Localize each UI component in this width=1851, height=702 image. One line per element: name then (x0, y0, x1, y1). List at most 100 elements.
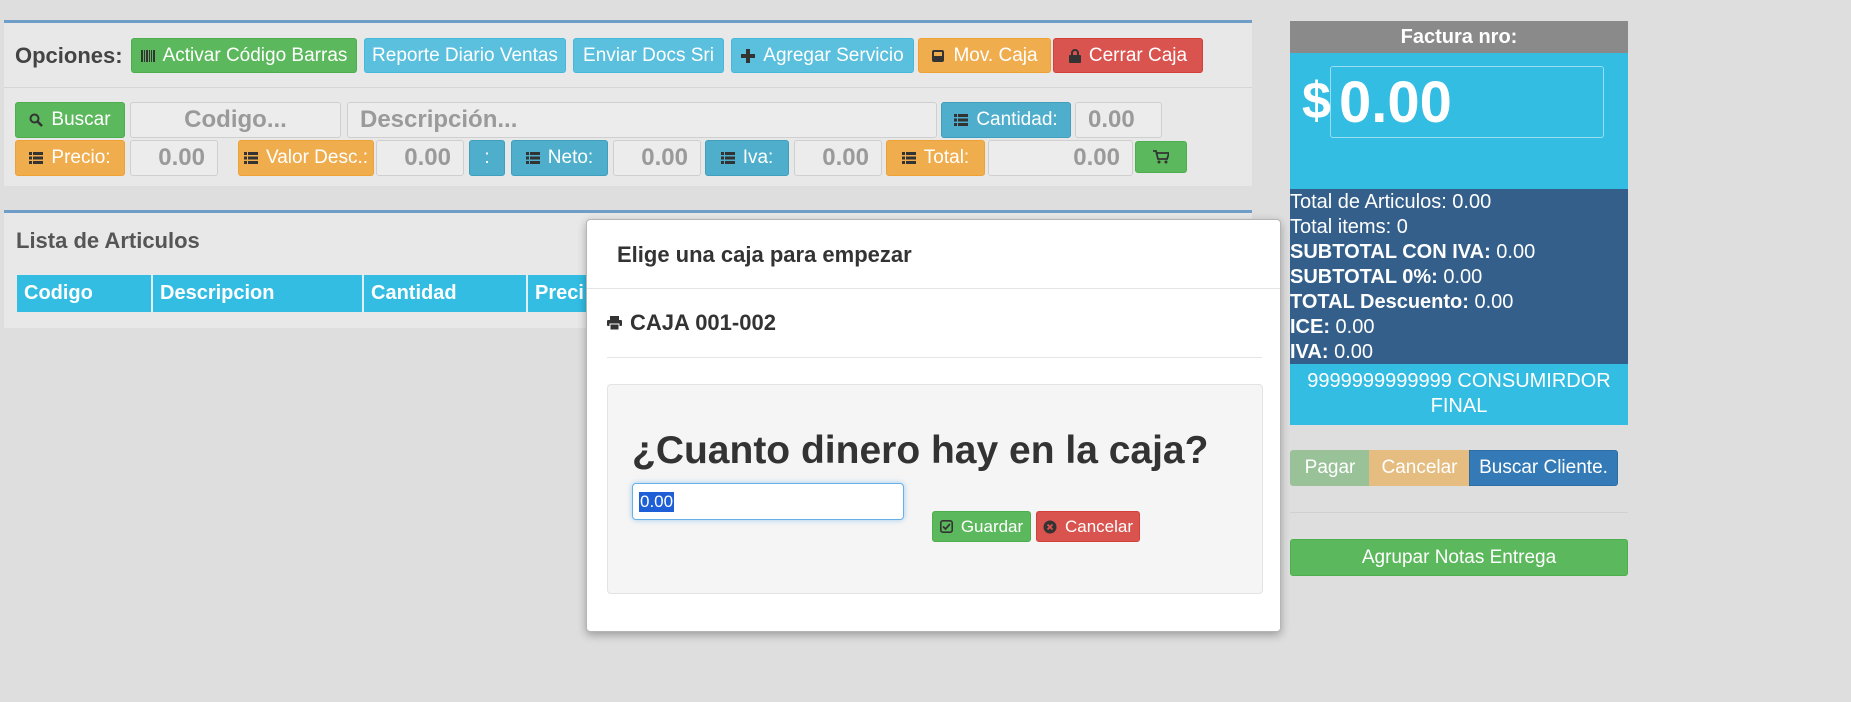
column-header-codigo[interactable]: Codigo (17, 275, 153, 312)
agrupar-notas-entrega-button[interactable]: Agrupar Notas Entrega (1290, 539, 1628, 576)
plus-icon (741, 48, 756, 63)
precio-input[interactable]: 0.00 (130, 140, 218, 176)
barcode-icon (140, 49, 155, 63)
total-input[interactable]: 0.00 (988, 140, 1133, 176)
print-icon (607, 316, 622, 330)
mov-caja-label: Mov. Caja (953, 44, 1038, 66)
iva-input[interactable]: 0.00 (794, 140, 882, 176)
total-descuento-label: TOTAL Descuento: (1290, 291, 1469, 313)
add-to-cart-button[interactable] (1135, 141, 1187, 173)
reporte-diario-ventas-label: Reporte Diario Ventas (372, 44, 558, 66)
options-panel: Opciones: Activar Código Barras Reporte … (4, 20, 1252, 186)
cantidad-label: Cantidad: (976, 109, 1058, 130)
caja-option[interactable]: CAJA 001-002 (607, 310, 776, 336)
iva-label-button: Iva: (705, 140, 789, 176)
check-icon (939, 520, 953, 533)
total-items: Total items: 0 (1290, 216, 1408, 238)
total-descuento-value: 0.00 (1468, 291, 1514, 313)
list-icon (720, 152, 735, 164)
mov-caja-button[interactable]: Mov. Caja (918, 38, 1051, 73)
cliente-line-2: FINAL (1430, 395, 1488, 417)
subtotal-con-iva-value: 0.00 (1490, 241, 1536, 263)
modal-header-divider (587, 288, 1280, 289)
caja-divider (607, 357, 1262, 358)
guardar-button[interactable]: Guardar (932, 511, 1031, 542)
options-divider (4, 87, 1252, 88)
cerrar-caja-label: Cerrar Caja (1088, 44, 1188, 66)
activar-codigo-barras-button[interactable]: Activar Código Barras (131, 38, 357, 73)
cantidad-label-button: Cantidad: (941, 102, 1071, 138)
neto-input[interactable]: 0.00 (613, 140, 701, 176)
neto-label: Neto: (547, 147, 594, 168)
subtotal-con-iva-label: SUBTOTAL CON IVA: (1290, 241, 1491, 263)
right-divider (1290, 512, 1628, 513)
descripcion-input[interactable]: Descripción... (347, 102, 937, 138)
colon-addon: : (469, 140, 505, 176)
cancelar-modal-button[interactable]: Cancelar (1036, 511, 1140, 542)
precio-label-button: Precio: (15, 140, 125, 176)
buscar-label: Buscar (51, 109, 111, 130)
search-icon (29, 113, 44, 127)
cliente-line-1: 9999999999999 CONSUMIRDOR (1307, 370, 1611, 392)
precio-label: Precio: (51, 147, 111, 168)
close-circle-icon (1043, 520, 1057, 534)
list-icon (243, 152, 258, 164)
factura-header: Factura nro: (1290, 21, 1628, 53)
cash-amount-well: ¿Cuanto dinero hay en la caja? 0.00 Guar… (607, 384, 1263, 594)
guardar-label: Guardar (960, 516, 1024, 536)
subtotal-con-iva-row: SUBTOTAL CON IVA: 0.00 (1290, 240, 1628, 265)
articles-list-title: Lista de Articulos (16, 228, 200, 253)
options-label: Opciones: (15, 43, 123, 68)
cash-question: ¿Cuanto dinero hay en la caja? (632, 429, 1209, 472)
inbox-icon (931, 49, 945, 63)
list-icon (954, 114, 969, 126)
valor-desc-input[interactable]: 0.00 (376, 140, 464, 176)
factura-total-box: $ 0.00 (1290, 53, 1628, 189)
subtotal-0-label: SUBTOTAL 0%: (1290, 266, 1438, 288)
lock-icon (1068, 48, 1081, 63)
list-icon (29, 152, 44, 164)
agregar-servicio-label: Agregar Servicio (763, 44, 904, 66)
cart-icon (1153, 150, 1169, 164)
subtotal-0-row: SUBTOTAL 0%: 0.00 (1290, 265, 1628, 290)
list-icon (901, 152, 916, 164)
valor-desc-label-button: Valor Desc.: (238, 140, 374, 176)
cliente-info: 9999999999999 CONSUMIRDOR FINAL (1290, 364, 1628, 425)
valor-desc-label: Valor Desc.: (265, 147, 369, 168)
ice-label: ICE: (1290, 316, 1330, 338)
activar-codigo-barras-label: Activar Código Barras (162, 44, 348, 66)
modal-title: Elige una caja para empezar (617, 242, 912, 267)
cantidad-input[interactable]: 0.00 (1075, 102, 1162, 138)
column-header-cantidad[interactable]: Cantidad (364, 275, 528, 312)
list-icon (525, 152, 540, 164)
pagar-button[interactable]: Pagar (1290, 450, 1370, 486)
codigo-input[interactable]: Codigo... (130, 102, 341, 138)
neto-label-button: Neto: (511, 140, 608, 176)
reporte-diario-ventas-button[interactable]: Reporte Diario Ventas (364, 38, 566, 73)
cash-amount-input[interactable]: 0.00 (632, 483, 904, 520)
elegir-caja-modal: Elige una caja para empezar CAJA 001-002… (586, 219, 1281, 632)
caja-label: CAJA 001-002 (630, 310, 776, 335)
iva-row: IVA: 0.00 (1290, 340, 1628, 365)
ice-value: 0.00 (1330, 316, 1375, 338)
cancelar-modal-label: Cancelar (1064, 516, 1134, 536)
column-header-descripcion[interactable]: Descripcion (153, 275, 364, 312)
ice-row: ICE: 0.00 (1290, 315, 1628, 340)
factura-summary: Total de Articulos: 0.00 Total items: 0 … (1290, 189, 1628, 364)
total-articulos: Total de Articulos: 0.00 (1290, 191, 1492, 213)
currency-symbol: $ (1302, 72, 1331, 130)
total-descuento-row: TOTAL Descuento: 0.00 (1290, 290, 1628, 315)
iva-summary-value: 0.00 (1328, 341, 1373, 363)
buscar-cliente-button[interactable]: Buscar Cliente. (1469, 450, 1618, 486)
factura-total-value: 0.00 (1330, 66, 1604, 138)
enviar-docs-sri-button[interactable]: Enviar Docs Sri (573, 38, 724, 73)
cash-amount-value: 0.00 (639, 491, 675, 512)
iva-label: Iva: (742, 147, 774, 168)
iva-summary-label: IVA: (1290, 341, 1329, 363)
agregar-servicio-button[interactable]: Agregar Servicio (731, 38, 914, 73)
cancelar-factura-button[interactable]: Cancelar (1369, 450, 1470, 486)
cerrar-caja-button[interactable]: Cerrar Caja (1053, 38, 1203, 73)
buscar-button[interactable]: Buscar (15, 102, 125, 138)
total-label-button: Total: (886, 140, 985, 176)
enviar-docs-sri-label: Enviar Docs Sri (583, 44, 714, 66)
